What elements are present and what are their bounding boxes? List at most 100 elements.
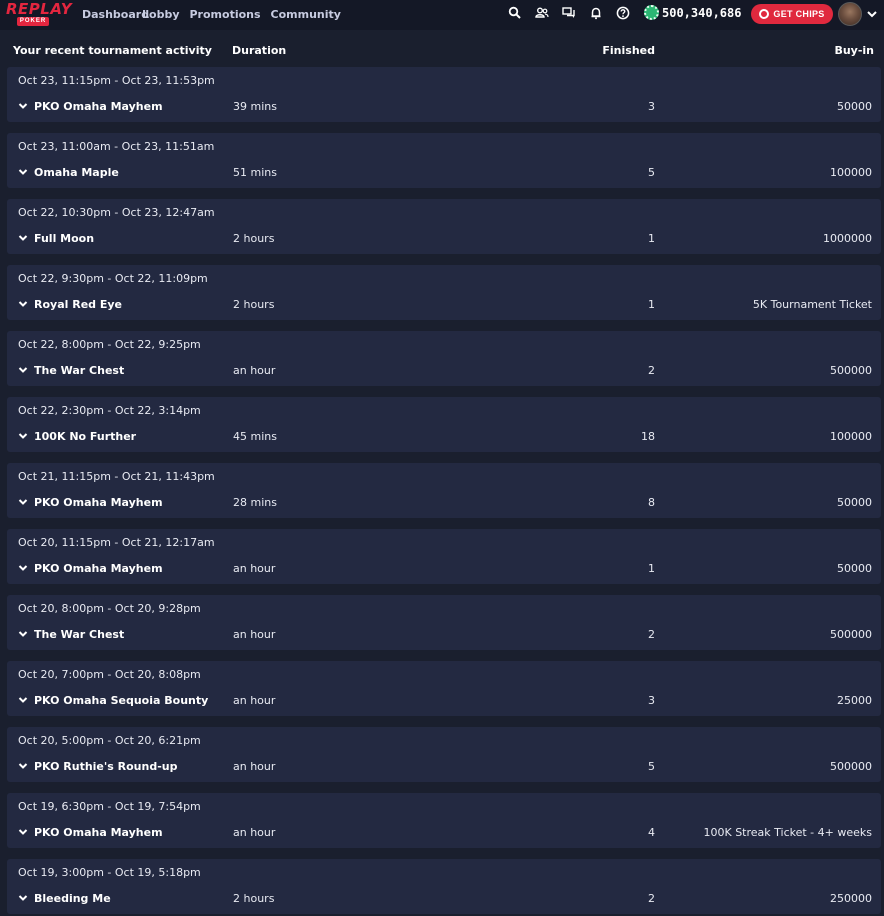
- column-header-buyin: Buy-in: [834, 44, 874, 57]
- row-finished: 5: [648, 760, 655, 773]
- nav-dashboard[interactable]: Dashboard: [82, 8, 149, 21]
- nav-promotions[interactable]: Promotions: [190, 8, 261, 21]
- row-finished: 1: [648, 562, 655, 575]
- chevron-down-icon[interactable]: [18, 168, 28, 176]
- row-duration: an hour: [233, 364, 276, 377]
- chat-icon[interactable]: [562, 6, 576, 20]
- logo-sub: POKER: [17, 17, 49, 26]
- row-date-range: Oct 20, 11:15pm - Oct 21, 12:17am: [18, 536, 215, 549]
- activity-row[interactable]: Oct 22, 2:30pm - Oct 22, 3:14pm 100K No …: [7, 397, 881, 452]
- row-buyin: 100000: [830, 430, 872, 443]
- row-tournament-name: The War Chest: [34, 628, 125, 641]
- activity-row[interactable]: Oct 19, 6:30pm - Oct 19, 7:54pm PKO Omah…: [7, 793, 881, 848]
- row-date-range: Oct 23, 11:15pm - Oct 23, 11:53pm: [18, 74, 215, 87]
- row-date-range: Oct 23, 11:00am - Oct 23, 11:51am: [18, 140, 215, 153]
- row-tournament-name: 100K No Further: [34, 430, 137, 443]
- user-avatar[interactable]: [838, 2, 862, 26]
- row-tournament-name: PKO Omaha Mayhem: [34, 100, 163, 113]
- row-buyin: 25000: [837, 694, 872, 707]
- chip-balance: 500,340,686: [644, 5, 741, 20]
- activity-row[interactable]: Oct 19, 3:00pm - Oct 19, 5:18pm Bleeding…: [7, 859, 881, 914]
- activity-table-header: Your recent tournament activity Duration…: [0, 40, 884, 62]
- search-icon[interactable]: [508, 6, 522, 20]
- chevron-down-icon[interactable]: [18, 366, 28, 374]
- chip-icon: [644, 5, 659, 20]
- row-duration: an hour: [233, 694, 276, 707]
- activity-row[interactable]: Oct 20, 11:15pm - Oct 21, 12:17am PKO Om…: [7, 529, 881, 584]
- chevron-down-icon[interactable]: [18, 894, 28, 902]
- activity-row[interactable]: Oct 20, 5:00pm - Oct 20, 6:21pm PKO Ruth…: [7, 727, 881, 782]
- row-buyin: 500000: [830, 628, 872, 641]
- chevron-down-icon[interactable]: [866, 9, 878, 19]
- row-tournament-name: Omaha Maple: [34, 166, 119, 179]
- row-buyin: 50000: [837, 496, 872, 509]
- activity-row[interactable]: Oct 22, 9:30pm - Oct 22, 11:09pm Royal R…: [7, 265, 881, 320]
- get-chips-label: GET CHIPS: [773, 9, 825, 19]
- friends-icon[interactable]: [535, 6, 549, 20]
- row-buyin: 100K Streak Ticket - 4+ weeks: [703, 826, 872, 839]
- chevron-down-icon[interactable]: [18, 432, 28, 440]
- activity-row[interactable]: Oct 22, 8:00pm - Oct 22, 9:25pm The War …: [7, 331, 881, 386]
- row-tournament-name: PKO Omaha Mayhem: [34, 496, 163, 509]
- activity-row[interactable]: Oct 20, 8:00pm - Oct 20, 9:28pm The War …: [7, 595, 881, 650]
- chevron-down-icon[interactable]: [18, 828, 28, 836]
- row-buyin: 1000000: [823, 232, 872, 245]
- row-buyin: 500000: [830, 364, 872, 377]
- row-tournament-name: Full Moon: [34, 232, 95, 245]
- column-header-finished: Finished: [602, 44, 655, 57]
- row-date-range: Oct 22, 10:30pm - Oct 23, 12:47am: [18, 206, 215, 219]
- row-date-range: Oct 21, 11:15pm - Oct 21, 11:43pm: [18, 470, 215, 483]
- nav-lobby[interactable]: Lobby: [142, 8, 180, 21]
- nav-community[interactable]: Community: [271, 8, 341, 21]
- row-finished: 18: [641, 430, 655, 443]
- row-tournament-name: PKO Omaha Mayhem: [34, 826, 163, 839]
- bell-icon[interactable]: [589, 6, 603, 20]
- replay-poker-logo[interactable]: REPLAY POKER: [5, 0, 72, 27]
- row-duration: 28 mins: [233, 496, 277, 509]
- chevron-down-icon[interactable]: [18, 300, 28, 308]
- activity-row[interactable]: Oct 23, 11:00am - Oct 23, 11:51am Omaha …: [7, 133, 881, 188]
- row-duration: an hour: [233, 826, 276, 839]
- row-finished: 5: [648, 166, 655, 179]
- chevron-down-icon[interactable]: [18, 102, 28, 110]
- activity-row[interactable]: Oct 22, 10:30pm - Oct 23, 12:47am Full M…: [7, 199, 881, 254]
- poker-chip-icon: [759, 9, 770, 19]
- activity-row[interactable]: Oct 23, 11:15pm - Oct 23, 11:53pm PKO Om…: [7, 67, 881, 122]
- chevron-down-icon[interactable]: [18, 498, 28, 506]
- help-icon[interactable]: [616, 6, 630, 20]
- row-buyin: 500000: [830, 760, 872, 773]
- activity-row[interactable]: Oct 21, 11:15pm - Oct 21, 11:43pm PKO Om…: [7, 463, 881, 518]
- row-buyin: 250000: [830, 892, 872, 905]
- row-duration: an hour: [233, 562, 276, 575]
- chevron-down-icon[interactable]: [18, 696, 28, 704]
- get-chips-button[interactable]: GET CHIPS: [751, 4, 833, 24]
- chevron-down-icon[interactable]: [18, 234, 28, 242]
- row-tournament-name: PKO Ruthie's Round-up: [34, 760, 178, 773]
- row-tournament-name: PKO Omaha Mayhem: [34, 562, 163, 575]
- row-finished: 2: [648, 892, 655, 905]
- row-duration: 2 hours: [233, 232, 275, 245]
- top-nav-bar: REPLAY POKER Dashboard Lobby Promotions …: [0, 0, 884, 30]
- row-buyin: 50000: [837, 100, 872, 113]
- main-nav: Dashboard Lobby Promotions Community: [82, 8, 341, 21]
- row-finished: 3: [648, 100, 655, 113]
- column-header-activity: Your recent tournament activity: [13, 44, 212, 57]
- chevron-down-icon[interactable]: [18, 630, 28, 638]
- row-date-range: Oct 20, 7:00pm - Oct 20, 8:08pm: [18, 668, 201, 681]
- activity-list: Oct 23, 11:15pm - Oct 23, 11:53pm PKO Om…: [7, 67, 881, 916]
- row-date-range: Oct 20, 5:00pm - Oct 20, 6:21pm: [18, 734, 201, 747]
- row-date-range: Oct 22, 9:30pm - Oct 22, 11:09pm: [18, 272, 208, 285]
- chevron-down-icon[interactable]: [18, 762, 28, 770]
- row-buyin: 5K Tournament Ticket: [752, 298, 872, 311]
- row-duration: 45 mins: [233, 430, 277, 443]
- row-buyin: 50000: [837, 562, 872, 575]
- chevron-down-icon[interactable]: [18, 564, 28, 572]
- row-finished: 3: [648, 694, 655, 707]
- row-duration: an hour: [233, 628, 276, 641]
- row-finished: 1: [648, 298, 655, 311]
- row-duration: 2 hours: [233, 892, 275, 905]
- header-icons: [508, 6, 630, 20]
- row-finished: 8: [648, 496, 655, 509]
- row-finished: 1: [648, 232, 655, 245]
- activity-row[interactable]: Oct 20, 7:00pm - Oct 20, 8:08pm PKO Omah…: [7, 661, 881, 716]
